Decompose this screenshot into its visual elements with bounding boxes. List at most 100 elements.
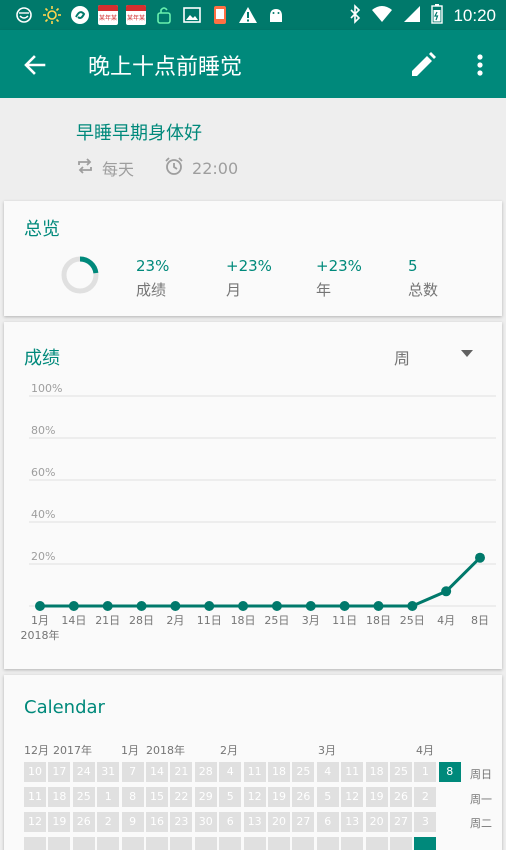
data-point xyxy=(170,601,181,611)
stat-label: 成绩 xyxy=(136,281,167,299)
calendar-day-cell[interactable]: 2 xyxy=(414,787,437,807)
calendar-day-cell[interactable]: 31 xyxy=(97,762,120,782)
calendar-day-cell[interactable]: 8 xyxy=(438,762,461,782)
calendar-month-header: 2月 xyxy=(220,744,238,757)
calendar-day-cell[interactable]: 6 xyxy=(316,812,339,832)
calendar-day-cell[interactable]: 25 xyxy=(72,787,95,807)
calendar-day-cell[interactable]: 26 xyxy=(292,787,315,807)
weekday-label: 周二 xyxy=(470,817,492,830)
calendar-day-cell[interactable]: 4 xyxy=(316,762,339,782)
face-icon xyxy=(14,5,34,25)
calendar-day-cell[interactable]: 28 xyxy=(194,762,217,782)
calendar-day-cell[interactable]: 8 xyxy=(121,787,144,807)
calendar-title: Calendar xyxy=(24,697,105,718)
calendar-day-cell[interactable] xyxy=(48,837,71,850)
calendar-day-cell[interactable]: 10 xyxy=(24,762,46,782)
calendar-day-cell[interactable]: 7 xyxy=(121,762,144,782)
calendar-day-cell[interactable]: 27 xyxy=(292,812,315,832)
edit-button[interactable] xyxy=(408,50,438,80)
x-tick-label: 25日 xyxy=(400,614,425,627)
calendar-day-cell[interactable]: 18 xyxy=(365,762,388,782)
score-ring xyxy=(61,256,99,294)
data-point xyxy=(373,601,384,611)
calendar-day-cell[interactable]: 19 xyxy=(365,787,388,807)
calendar-day-cell[interactable] xyxy=(170,837,193,850)
data-point xyxy=(102,601,113,611)
calendar-day-cell[interactable]: 26 xyxy=(390,787,412,807)
calendar-day-cell[interactable]: 4 xyxy=(219,762,242,782)
calendar-day-cell[interactable] xyxy=(24,837,46,850)
calendar-day-cell[interactable]: 16 xyxy=(146,812,168,832)
calendar-day-cell[interactable] xyxy=(243,837,266,850)
calendar-day-cell[interactable]: 18 xyxy=(268,762,290,782)
more-options-button[interactable] xyxy=(468,50,492,80)
status-bar: 某年某 某年某 10:20 xyxy=(0,0,506,30)
calendar-day-cell[interactable]: 9 xyxy=(121,812,144,832)
data-point xyxy=(407,601,418,611)
calendar-day-cell[interactable]: 17 xyxy=(48,762,71,782)
calendar-day-cell[interactable]: 5 xyxy=(219,787,242,807)
calendar-day-cell[interactable]: 15 xyxy=(146,787,168,807)
stat-month: +23% 月 xyxy=(226,257,272,300)
x-tick-sublabel: 2018年 xyxy=(21,628,60,642)
calendar-day-cell[interactable] xyxy=(390,837,412,850)
calendar-day-cell[interactable] xyxy=(316,837,339,850)
calendar-day-cell[interactable] xyxy=(219,837,242,850)
calendar-day-cell[interactable]: 30 xyxy=(194,812,217,832)
x-tick-label: 18日 xyxy=(231,614,256,627)
calendar-day-cell[interactable] xyxy=(97,837,120,850)
calendar-day-cell[interactable]: 21 xyxy=(170,762,193,782)
calendar-day-cell[interactable] xyxy=(341,837,364,850)
calendar-day-cell[interactable] xyxy=(292,837,315,850)
calendar-day-cell[interactable]: 1 xyxy=(97,787,120,807)
calendar-day-cell[interactable] xyxy=(72,837,95,850)
calendar-day-cell[interactable]: 2 xyxy=(97,812,120,832)
calendar-day-cell[interactable]: 5 xyxy=(316,787,339,807)
calendar-day-cell[interactable]: 27 xyxy=(390,812,412,832)
calendar-day-cell[interactable]: 3 xyxy=(414,812,437,832)
calendar-day-cell[interactable] xyxy=(268,837,290,850)
calendar-day-cell[interactable]: 23 xyxy=(170,812,193,832)
calendar-day-cell[interactable] xyxy=(414,837,437,850)
wifi-icon xyxy=(371,5,393,27)
stat-label: 总数 xyxy=(408,281,439,299)
calendar-day-cell[interactable]: 12 xyxy=(243,787,266,807)
calendar-day-cell[interactable]: 19 xyxy=(268,787,290,807)
calendar-day-cell[interactable] xyxy=(194,837,217,850)
calendar-day-cell[interactable]: 20 xyxy=(365,812,388,832)
calendar-day-cell[interactable] xyxy=(146,837,168,850)
x-tick-label: 21日 xyxy=(95,614,120,627)
calendar-day-cell[interactable]: 13 xyxy=(243,812,266,832)
calendar-day-cell[interactable]: 24 xyxy=(72,762,95,782)
data-point xyxy=(441,586,452,597)
calendar-day-cell[interactable]: 13 xyxy=(341,812,364,832)
calendar-day-cell[interactable]: 12 xyxy=(24,812,46,832)
calendar-day-cell[interactable]: 19 xyxy=(48,812,71,832)
calendar-day-cell[interactable]: 20 xyxy=(268,812,290,832)
calendar-day-cell[interactable]: 1 xyxy=(414,762,437,782)
app-bar: 晚上十点前睡觉 xyxy=(0,30,506,98)
data-point xyxy=(136,601,147,611)
calendar-day-cell[interactable]: 22 xyxy=(170,787,193,807)
score-card: 成绩 周 100% 80% 60% 40% 20% 1月 2018年 14日 21日 28日 2月 1… xyxy=(4,322,502,669)
stat-value: 23% xyxy=(136,257,170,275)
calendar-day-cell[interactable]: 26 xyxy=(72,812,95,832)
calendar-day-cell[interactable]: 25 xyxy=(292,762,315,782)
bluetooth-icon xyxy=(349,4,361,28)
calendar-day-cell[interactable]: 18 xyxy=(48,787,71,807)
signal-icon xyxy=(403,5,421,27)
calendar-day-cell[interactable]: 29 xyxy=(194,787,217,807)
weekday-label: 周一 xyxy=(470,793,492,806)
calendar-day-cell[interactable]: 6 xyxy=(219,812,242,832)
calendar-day-cell[interactable]: 11 xyxy=(24,787,46,807)
calendar-day-cell[interactable] xyxy=(121,837,144,850)
back-button[interactable] xyxy=(20,50,50,80)
calendar-day-cell[interactable]: 25 xyxy=(390,762,412,782)
calendar-day-cell[interactable]: 12 xyxy=(341,787,364,807)
calendar-day-cell[interactable] xyxy=(365,837,388,850)
calendar-day-cell[interactable]: 14 xyxy=(146,762,168,782)
lock-icon xyxy=(154,5,174,25)
calendar-day-cell[interactable]: 11 xyxy=(243,762,266,782)
calendar-day-cell[interactable]: 11 xyxy=(341,762,364,782)
android-icon xyxy=(266,5,286,25)
